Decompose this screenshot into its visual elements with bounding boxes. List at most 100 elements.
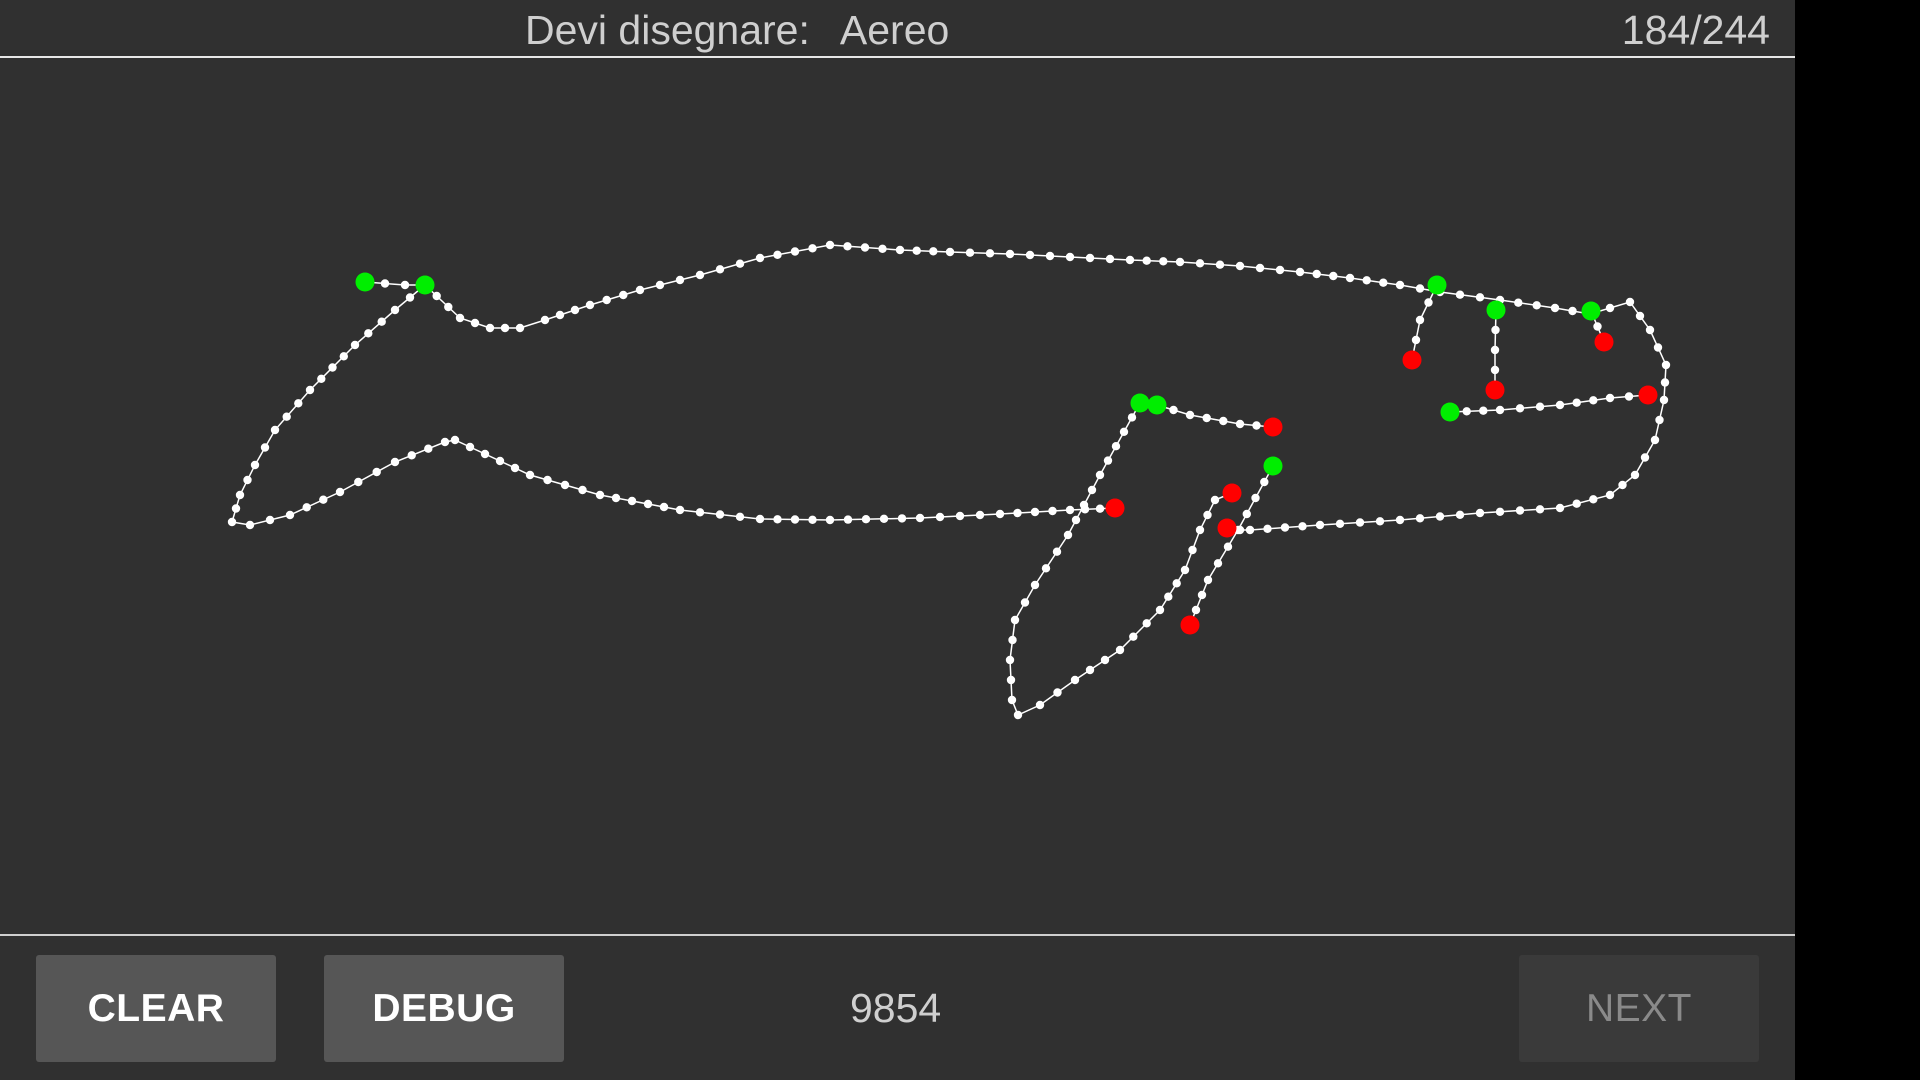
stroke-point <box>627 496 637 506</box>
stroke-point <box>1280 523 1290 532</box>
stroke-point <box>1195 525 1205 535</box>
stroke-point <box>935 512 945 522</box>
stroke-point <box>1435 512 1445 521</box>
stroke-point <box>1215 260 1225 269</box>
stroke-point <box>390 305 400 315</box>
stroke-point <box>897 514 907 523</box>
stroke-point <box>878 244 887 253</box>
stroke-point <box>602 295 611 305</box>
stroke-point <box>1355 518 1365 527</box>
stroke-point <box>995 509 1005 519</box>
stroke-point <box>1491 325 1500 335</box>
stroke-point <box>400 280 410 290</box>
stroke-point <box>1490 345 1500 355</box>
stroke-point <box>444 302 453 312</box>
stroke-point <box>1415 514 1425 523</box>
stroke-point <box>611 493 621 503</box>
stroke-point <box>407 451 416 460</box>
screen-edge-bar <box>1795 0 1920 1080</box>
stroke-point <box>480 449 490 459</box>
stroke-point <box>470 318 480 328</box>
stroke-point <box>380 279 390 288</box>
stroke-point <box>1191 605 1201 615</box>
stroke-point <box>1515 506 1525 515</box>
stroke-point <box>305 385 315 395</box>
stroke-point <box>861 515 871 524</box>
stroke-point <box>1653 343 1663 352</box>
stroke-point <box>578 485 587 495</box>
stroke-point <box>450 435 460 445</box>
stroke-point <box>560 480 570 490</box>
stroke-end-marker <box>1105 498 1125 518</box>
stroke-point <box>1010 615 1020 625</box>
stroke-point <box>773 250 782 259</box>
prompt-label: Devi disegnare: <box>525 7 810 53</box>
clear-button[interactable]: CLEAR <box>36 955 276 1062</box>
stroke-point <box>250 460 260 470</box>
stroke-point <box>790 515 800 524</box>
stroke-point <box>260 443 270 452</box>
stroke-point <box>915 513 925 523</box>
stroke-end-marker <box>1180 615 1200 635</box>
stroke-point <box>1568 306 1577 316</box>
progress-counter: 184/244 <box>1621 7 1770 53</box>
stroke-point <box>755 253 765 263</box>
stroke-point <box>1127 413 1137 422</box>
stroke-point <box>1263 524 1272 533</box>
stroke-start-marker <box>1427 275 1447 295</box>
stroke-start-marker <box>415 275 435 295</box>
stroke-point <box>1242 509 1252 519</box>
stroke-point <box>755 514 765 524</box>
stroke-point <box>1455 510 1465 519</box>
stroke-point <box>495 456 505 466</box>
drawing-canvas[interactable] <box>0 58 1795 934</box>
stroke-point <box>354 477 363 487</box>
stroke-point <box>773 515 782 524</box>
stroke-point <box>1345 273 1355 283</box>
stroke-point <box>1395 280 1405 290</box>
stroke-point <box>540 315 550 325</box>
debug-button[interactable]: DEBUG <box>324 955 564 1062</box>
stroke-line <box>231 284 1116 526</box>
stroke-point <box>1245 525 1255 535</box>
stroke-point <box>1065 252 1075 262</box>
stroke-point <box>1312 269 1321 279</box>
stroke-point <box>585 300 595 310</box>
stroke-point <box>1005 655 1015 665</box>
next-button[interactable]: NEXT <box>1519 955 1759 1062</box>
stroke-point <box>1070 675 1080 685</box>
stroke-point <box>1625 297 1635 307</box>
stroke-point <box>231 504 241 513</box>
stroke-point <box>715 510 725 519</box>
stroke-point <box>405 293 415 302</box>
stroke-point <box>245 520 255 530</box>
stroke-point <box>319 495 328 504</box>
stroke-point <box>1180 565 1190 575</box>
stroke-point <box>390 457 400 467</box>
stroke-point <box>285 510 295 520</box>
stroke-point <box>1210 495 1220 505</box>
stroke-point <box>1197 590 1207 600</box>
app-window: Devi disegnare: Aereo 184/244 CLEAR DEBUG… <box>0 0 1795 1080</box>
stroke-point <box>1624 392 1634 401</box>
stroke-point <box>1295 267 1305 277</box>
prompt-target-word: Aereo <box>839 7 950 53</box>
stroke-point <box>1655 415 1664 425</box>
stroke-point <box>1053 688 1062 697</box>
stroke-point <box>317 374 326 383</box>
stroke-end-marker <box>1594 332 1614 352</box>
stroke-point <box>1063 530 1073 540</box>
stroke-point <box>1071 515 1081 525</box>
stroke-point <box>695 270 705 280</box>
stroke-point <box>1251 493 1260 503</box>
stroke-point <box>843 515 853 524</box>
footer-divider <box>0 934 1795 936</box>
stroke-point <box>643 499 653 509</box>
stroke-point <box>808 244 817 253</box>
stroke-point <box>243 475 252 485</box>
stroke-point <box>339 352 348 361</box>
stroke-start-marker <box>1147 395 1167 415</box>
stroke-point <box>1535 505 1545 514</box>
stroke-point <box>1129 632 1138 641</box>
stroke-point <box>929 247 938 256</box>
